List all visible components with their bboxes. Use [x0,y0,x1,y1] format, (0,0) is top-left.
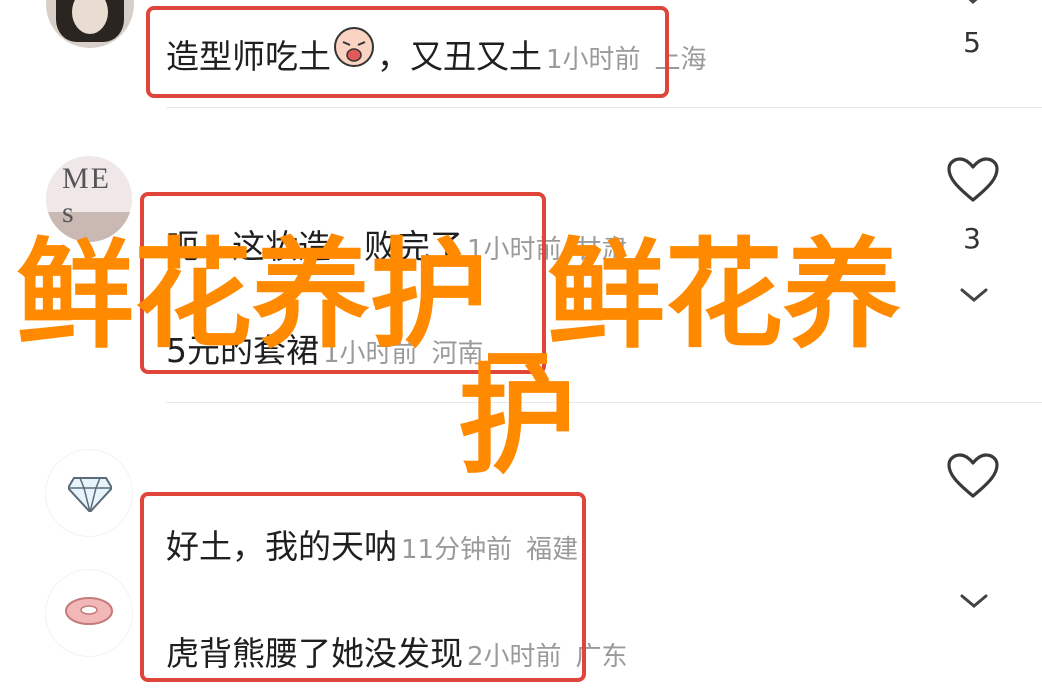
divider [166,402,1042,403]
like-count: 3 [963,222,981,255]
user-avatar[interactable] [46,450,132,536]
heart-icon[interactable] [946,452,1000,500]
diamond-icon [68,477,112,512]
highlight-box [146,6,669,98]
user-avatar[interactable] [46,0,134,48]
watermark-text: 护 [458,352,577,490]
chevron-down-icon[interactable] [948,0,998,10]
like-count: 5 [963,26,981,59]
user-avatar[interactable] [46,570,132,656]
chevron-down-icon[interactable] [954,284,994,308]
watermark-text: 鲜花养护_鲜花养 [16,226,902,364]
divider [166,107,1042,108]
avatar-text: ME s [62,162,111,229]
highlight-box [140,492,586,682]
donut-icon [65,597,113,625]
chevron-down-icon[interactable] [954,590,994,614]
heart-icon[interactable] [946,156,1000,204]
